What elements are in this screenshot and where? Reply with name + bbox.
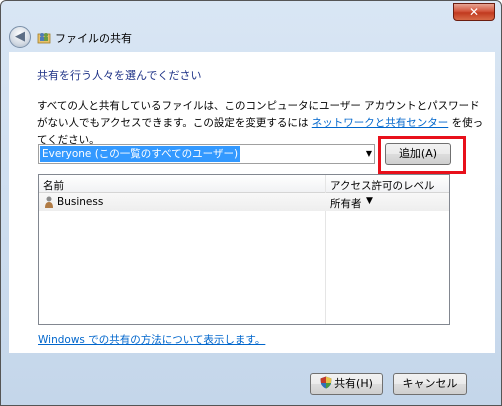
list-item-name: Business [57,196,104,208]
user-list[interactable]: 名前 アクセス許可のレベル Business 所有者 ▼ [38,174,450,325]
back-button[interactable]: ◀ [9,26,31,48]
combo-selected-value: Everyone (この一覧のすべてのユーザー) [40,146,241,162]
chevron-down-icon[interactable]: ▼ [366,147,372,161]
page-heading: 共有を行う人々を選んでください [37,69,202,82]
permission-level[interactable]: 所有者 [330,196,362,211]
permission-dropdown-arrow[interactable]: ▼ [366,196,373,206]
window-title: ファイルの共有 [55,32,132,45]
column-header-name[interactable]: 名前 [43,178,64,193]
user-combo-box[interactable]: Everyone (この一覧のすべてのユーザー) ▼ [38,144,375,164]
share-button[interactable]: 共有(H) [310,373,383,395]
list-item[interactable]: Business 所有者 ▼ [39,193,449,211]
shield-icon [320,376,332,389]
share-users-icon [37,33,51,44]
file-sharing-window: ✕ ◀ ファイルの共有 共有を行う人々を選んでください すべての人と共有している… [0,0,502,406]
title-bar: ✕ ◀ ファイルの共有 [1,1,501,51]
content-area: 共有を行う人々を選んでください すべての人と共有しているファイルは、このコンピュ… [9,52,495,353]
user-icon [45,196,53,208]
help-link[interactable]: Windows での共有の方法について表示します。 [38,332,265,347]
network-sharing-center-link[interactable]: ネットワークと共有センター [312,117,449,129]
list-header: 名前 アクセス許可のレベル [39,175,449,193]
close-button[interactable]: ✕ [453,3,495,21]
share-button-label: 共有(H) [334,377,373,390]
column-header-permission[interactable]: アクセス許可のレベル [330,178,434,193]
highlight-box [378,136,466,174]
cancel-button[interactable]: キャンセル [393,373,467,395]
